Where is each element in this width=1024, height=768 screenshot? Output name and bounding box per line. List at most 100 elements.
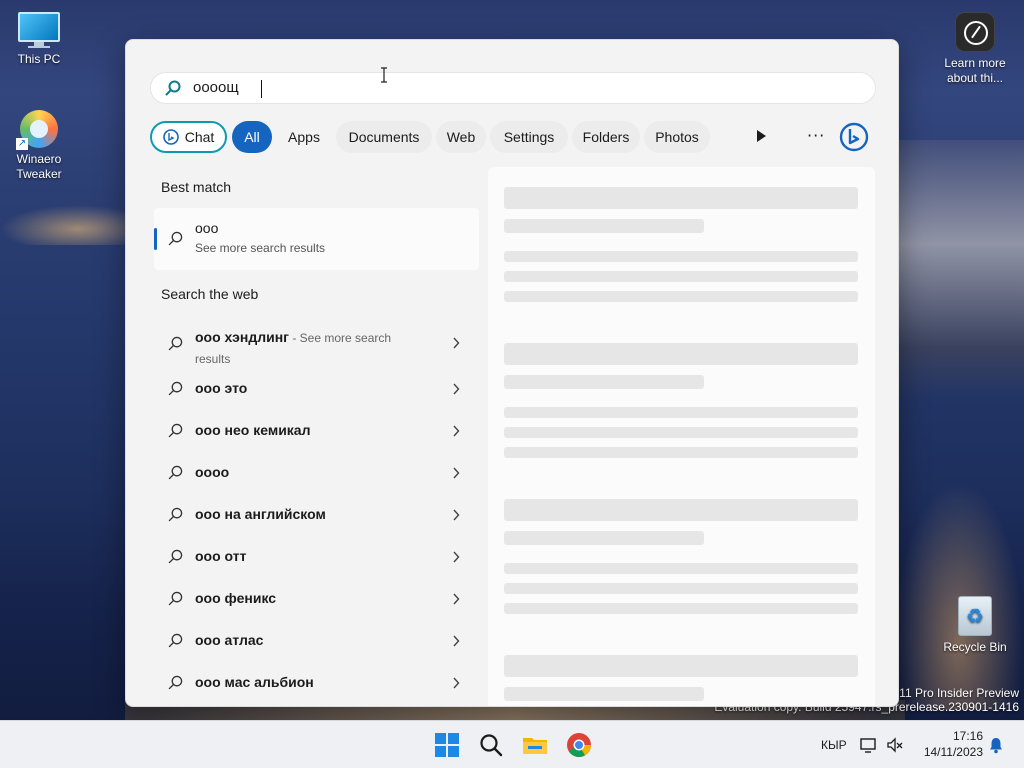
chevron-right-icon [453,509,460,521]
loading-placeholder [504,375,704,389]
more-options-button[interactable]: ··· [807,126,825,145]
loading-placeholder [504,603,858,614]
desktop-icon-this-pc[interactable]: This PC [1,12,77,67]
clock-time[interactable]: 17:16 [947,729,983,743]
web-result-title: ооо атлас [195,632,264,648]
filter-documents-tab[interactable]: Documents [336,121,432,153]
web-result-item[interactable]: ооо отт [154,542,479,572]
loading-placeholder [504,687,704,701]
text-caret [261,80,262,98]
loading-placeholder [504,447,858,458]
web-result-title: ооо на английском [195,506,326,522]
loading-placeholder [504,187,858,209]
web-result-title: оооо [195,464,230,480]
wallpaper-bridge [0,205,130,245]
chevron-right-icon [453,383,460,395]
text-cursor-icon [381,67,387,83]
best-match-item[interactable]: ооо See more search results [154,208,479,270]
web-result-item[interactable]: ооо феникс [154,584,479,614]
loading-placeholder [504,583,858,594]
filter-apps-tab[interactable]: Apps [276,121,332,153]
desktop-icon-recycle-bin[interactable]: ♻ Recycle Bin [937,596,1013,655]
desktop-icon-winaero-tweaker[interactable]: Winaero Tweaker [1,110,77,182]
loading-placeholder [504,427,858,438]
loading-placeholder [504,407,858,418]
filter-folders-tab[interactable]: Folders [572,121,640,153]
search-icon [168,231,183,246]
bing-icon[interactable] [838,121,870,153]
desktop-icon-label: This PC [17,52,61,66]
chevron-right-icon [453,425,460,437]
web-result-title: ооо это [195,380,248,396]
bing-chat-icon [162,129,179,146]
loading-placeholder [504,291,858,302]
web-result-title: ооо отт [195,548,247,564]
search-icon [165,80,181,96]
desktop-icon-label: Recycle Bin [943,640,1007,654]
best-match-title: ооо [195,220,219,236]
search-icon [168,633,183,648]
best-match-heading: Best match [161,179,232,195]
scroll-filters-right-icon[interactable] [757,130,766,142]
wallpaper-city [894,140,1024,400]
search-icon [168,675,183,690]
loading-placeholder [504,251,858,262]
desktop-icon-label: Winaero Tweaker [16,152,62,181]
web-result-item[interactable]: ооо хэндлинг - See more search results [154,320,479,366]
volume-muted-icon[interactable] [885,735,905,755]
preview-pane [488,167,875,706]
chrome-icon[interactable] [565,731,593,759]
search-input[interactable]: оооощ [150,72,876,104]
loading-placeholder [504,499,858,521]
file-explorer-icon[interactable] [521,731,549,759]
desktop-icon-learn-more[interactable]: Learn more about thi... [937,12,1013,86]
web-result-title: ооо нео кемикал [195,422,311,438]
desktop-icon-label: Learn more about thi... [944,56,1006,85]
filter-chat-label: Chat [184,129,215,145]
learn-more-icon [955,12,995,52]
taskbar-search-icon[interactable] [477,731,505,759]
web-result-item[interactable]: ооо атлас [154,626,479,656]
filter-all-tab[interactable]: All [232,121,272,153]
chevron-right-icon [453,677,460,689]
search-query-text: оооощ [193,79,239,96]
recycle-bin-icon: ♻ [958,596,992,636]
search-panel: оооощ Chat All Apps Documents Web Settin… [125,39,899,707]
search-icon [168,423,183,438]
search-icon [168,381,183,396]
loading-placeholder [504,531,704,545]
filter-chat-button[interactable]: Chat [150,121,227,153]
start-windows-icon[interactable] [433,731,461,759]
web-result-suffix: - See more search [289,331,392,345]
notification-bell-icon[interactable] [988,736,1004,754]
web-result-title: ооо мас альбион [195,674,314,690]
loading-placeholder [504,219,704,233]
chevron-right-icon [453,467,460,479]
best-match-subtitle: See more search results [195,241,326,255]
web-result-item[interactable]: оооо [154,458,479,488]
loading-placeholder [504,343,858,365]
loading-placeholder [504,563,858,574]
clock-date[interactable]: 14/11/2023 [917,745,983,759]
search-icon [168,507,183,522]
filter-web-tab[interactable]: Web [436,121,486,153]
web-result-suffix-line2: results [195,352,231,366]
web-result-item[interactable]: ооо мас альбион [154,668,479,698]
web-result-item[interactable]: ооо это [154,374,479,404]
search-web-heading: Search the web [161,286,259,302]
web-result-item[interactable]: ооо на английском [154,500,479,530]
loading-placeholder [504,271,858,282]
chevron-right-icon [453,551,460,563]
network-icon[interactable] [859,735,879,755]
filter-settings-tab[interactable]: Settings [490,121,568,153]
search-icon [168,591,183,606]
chevron-right-icon [453,337,460,349]
computer-icon [18,12,60,48]
language-indicator[interactable]: КЫР [821,738,847,752]
web-result-title: ооо феникс [195,590,277,606]
selection-indicator [154,228,157,250]
wallpaper-lights [894,480,1024,710]
filter-photos-tab[interactable]: Photos [644,121,710,153]
loading-placeholder [504,655,858,677]
web-result-item[interactable]: ооо нео кемикал [154,416,479,446]
